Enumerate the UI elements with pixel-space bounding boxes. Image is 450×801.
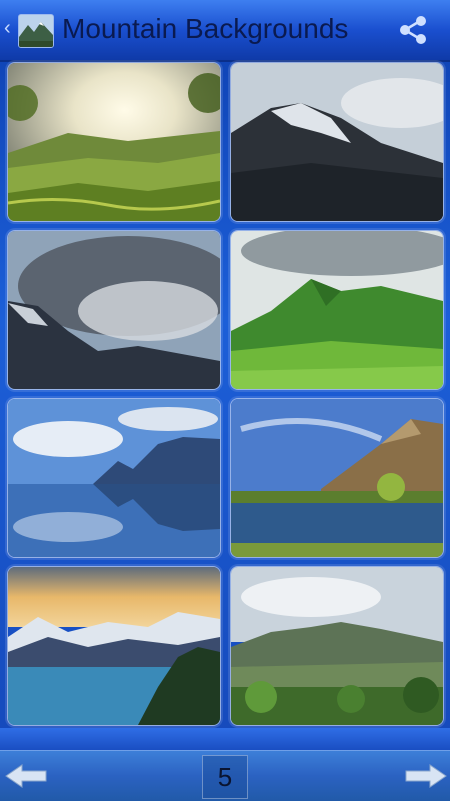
separator-band [0, 728, 450, 750]
wallpaper-thumbnail-5[interactable] [7, 398, 221, 558]
wallpaper-thumbnail-6[interactable] [230, 398, 444, 558]
page-number: 5 [202, 755, 248, 799]
wallpaper-thumbnail-2[interactable] [230, 62, 444, 222]
arrow-right-icon[interactable] [404, 763, 448, 789]
app-header: ‹ Mountain Backgrounds [0, 0, 450, 62]
share-icon[interactable] [396, 13, 430, 47]
page-title: Mountain Backgrounds [62, 13, 349, 44]
chevron-left-icon[interactable]: ‹ [4, 18, 11, 38]
wallpaper-thumbnail-8[interactable] [230, 566, 444, 726]
wallpaper-thumbnail-4[interactable] [230, 230, 444, 390]
wallpaper-grid [0, 60, 450, 728]
wallpaper-thumbnail-3[interactable] [7, 230, 221, 390]
wallpaper-thumbnail-7[interactable] [7, 566, 221, 726]
arrow-left-icon[interactable] [4, 763, 48, 789]
pager-bar: 5 [0, 750, 450, 801]
mountain-thumbnail-icon[interactable] [18, 14, 54, 48]
wallpaper-thumbnail-1[interactable] [7, 62, 221, 222]
